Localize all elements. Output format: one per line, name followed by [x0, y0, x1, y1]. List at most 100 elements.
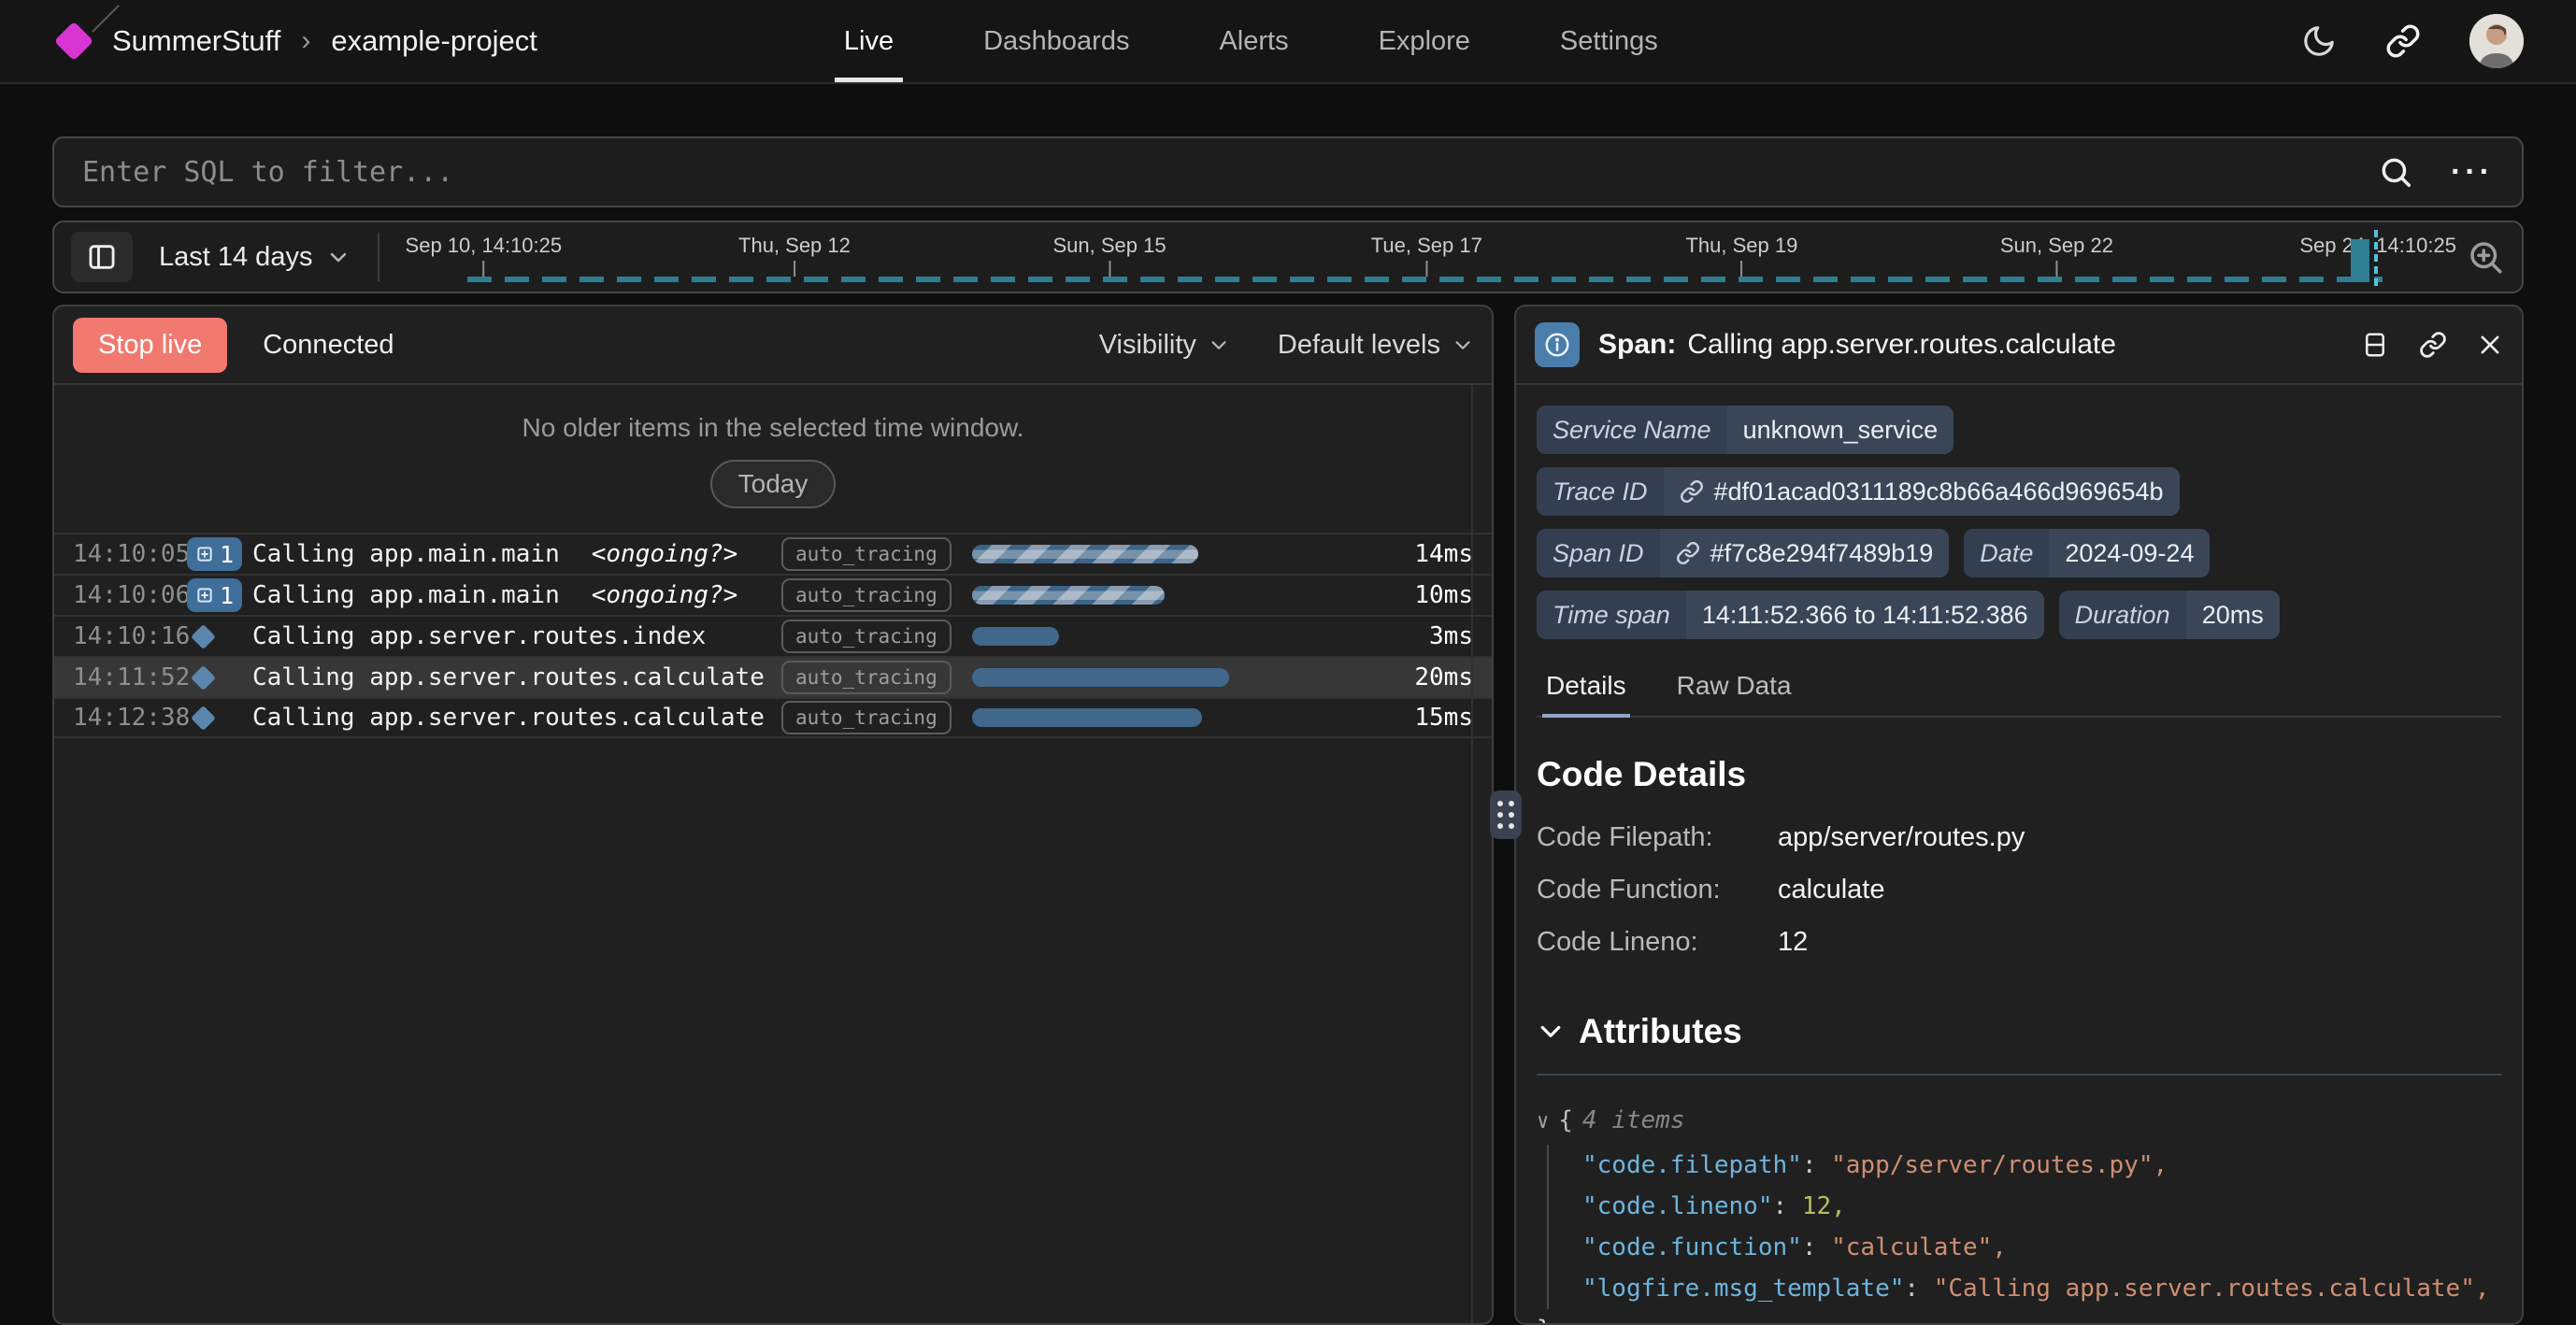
tag-badge[interactable]: auto_tracing [781, 661, 952, 694]
time-range-label: Last 14 days [159, 242, 312, 273]
duration-bar [972, 668, 1229, 687]
scrollbar-gutter[interactable] [1471, 385, 1473, 1323]
span-row[interactable]: 14:10:06 1 Calling app.main.main <ongoing… [54, 574, 1492, 615]
tag-badge[interactable]: auto_tracing [781, 620, 952, 653]
code-details-heading: Code Details [1537, 755, 2501, 794]
nested-count-badge[interactable]: 1 [187, 578, 242, 612]
project-name[interactable]: example-project [331, 24, 537, 58]
detail-tabs: Details Raw Data [1537, 660, 2501, 718]
sidebar-toggle-button[interactable] [71, 232, 133, 282]
json-collapse-toggle[interactable]: ∨ [1537, 1102, 1549, 1143]
tab-dashboards[interactable]: Dashboards [974, 0, 1138, 82]
visibility-dropdown[interactable]: Visibility [1099, 330, 1229, 361]
nested-count-badge[interactable]: 1 [187, 537, 242, 571]
nav-actions [2301, 14, 2524, 68]
timeline-tick-label: Sun, Sep 15 [1052, 234, 1166, 277]
span-duration: 14ms [1374, 540, 1473, 568]
connection-status: Connected [263, 330, 394, 361]
timeline-now-cursor[interactable] [2374, 230, 2378, 286]
duration-bar [972, 545, 1199, 563]
logo-diamond-icon[interactable] [54, 21, 93, 61]
tab-raw-data[interactable]: Raw Data [1673, 660, 1796, 716]
duration-bar [972, 586, 1165, 605]
timeline-activity-line [467, 277, 2383, 282]
share-link-button[interactable] [2385, 23, 2421, 59]
panel-resize-handle[interactable] [1490, 791, 1522, 839]
copy-link-button[interactable] [2419, 331, 2447, 359]
ongoing-flag: <ongoing?> [592, 540, 738, 568]
search-button[interactable] [2378, 154, 2413, 190]
span-row[interactable]: 14:10:05 1 Calling app.main.main<ongoing… [54, 533, 1492, 574]
span-diamond-icon [191, 624, 216, 649]
close-detail-button[interactable] [2477, 332, 2503, 358]
span-message: Calling app.main.main [252, 581, 560, 609]
detail-panel-body: Service Name unknown_service Trace ID #d… [1516, 385, 2522, 1323]
span-row-selected[interactable]: 14:11:52 Calling app.server.routes.calcu… [54, 656, 1492, 697]
service-name-badge: Service Name unknown_service [1537, 406, 1953, 454]
json-entry: "code.filepath": "app/server/routes.py", [1582, 1145, 2501, 1186]
link-icon [2385, 23, 2421, 59]
main-content: Enter SQL to filter... ··· Last 14 days [0, 136, 2576, 1325]
trace-id-badge[interactable]: Trace ID #df01acad0311189c8b66a466d96965… [1537, 467, 2180, 516]
duration-bar-track [972, 668, 1350, 687]
more-options-button[interactable]: ··· [2451, 163, 2494, 181]
moon-icon [2301, 23, 2337, 59]
tab-explore[interactable]: Explore [1369, 0, 1480, 82]
link-icon [1680, 479, 1704, 504]
timeline-zoom-button[interactable] [2466, 237, 2505, 277]
time-span-badge: Time span 14:11:52.366 to 14:11:52.386 [1537, 591, 2044, 639]
span-row[interactable]: 14:10:16 Calling app.server.routes.index… [54, 615, 1492, 656]
ongoing-flag: <ongoing?> [592, 581, 738, 609]
tag-badge[interactable]: auto_tracing [781, 578, 952, 612]
tag-badge[interactable]: auto_tracing [781, 701, 952, 734]
time-range-dropdown[interactable]: Last 14 days [159, 242, 350, 273]
split-panel-icon [2361, 331, 2389, 359]
chevron-down-icon [327, 246, 350, 268]
timeline-track[interactable]: Sep 10, 14:10:25 Thu, Sep 12 Sun, Sep 15… [379, 222, 2453, 292]
default-levels-dropdown[interactable]: Default levels [1278, 330, 1473, 361]
duration-bar [972, 627, 1059, 646]
tab-details[interactable]: Details [1542, 660, 1630, 718]
org-name[interactable]: SummerStuff [112, 24, 280, 58]
span-row[interactable]: 14:12:38 Calling app.server.routes.calcu… [54, 697, 1492, 738]
code-function-row: Code Function: calculate [1537, 875, 2501, 905]
timeline-bar: Last 14 days Sep 10, 14:10:25 Thu, Sep 1… [52, 221, 2524, 293]
duration-bar-track [972, 545, 1350, 563]
live-panel: Stop live Connected Visibility Default l… [52, 305, 1494, 1325]
span-meta-badges: Service Name unknown_service Trace ID #d… [1537, 406, 2501, 639]
timeline-tick-label: Thu, Sep 19 [1685, 234, 1797, 277]
empty-window-notice: No older items in the selected time wind… [54, 385, 1492, 533]
search-icon [2378, 154, 2413, 190]
json-close-brace: } [1537, 1309, 2501, 1323]
span-timestamp: 14:10:06 [73, 581, 187, 609]
span-timestamp: 14:12:38 [73, 704, 187, 732]
json-entry: "code.lineno": 12, [1582, 1186, 2501, 1227]
tab-live[interactable]: Live [835, 0, 903, 82]
date-badge: Date 2024-09-24 [1964, 529, 2210, 577]
split-view-button[interactable] [2361, 331, 2389, 359]
attributes-heading: Attributes [1579, 1012, 1742, 1051]
empty-window-message: No older items in the selected time wind… [54, 413, 1492, 443]
sql-filter-bar[interactable]: Enter SQL to filter... ··· [52, 136, 2524, 207]
duration-bar-track [972, 586, 1350, 605]
sql-filter-input[interactable]: Enter SQL to filter... [82, 156, 2378, 189]
span-id-badge[interactable]: Span ID #f7c8e294f7489b19 [1537, 529, 1949, 577]
today-button[interactable]: Today [710, 460, 837, 508]
tab-alerts[interactable]: Alerts [1209, 0, 1297, 82]
attributes-json-viewer: ∨{ 4 items "code.filepath": "app/server/… [1537, 1100, 2501, 1323]
tag-badge[interactable]: auto_tracing [781, 537, 952, 571]
zoom-in-icon [2466, 237, 2505, 277]
attributes-section-toggle[interactable]: Attributes [1537, 1012, 2501, 1051]
tab-settings[interactable]: Settings [1551, 0, 1667, 82]
user-avatar[interactable] [2469, 14, 2524, 68]
span-duration: 20ms [1374, 663, 1473, 691]
link-icon [1676, 541, 1700, 565]
top-nav: SummerStuff › example-project Live Dashb… [0, 0, 2576, 84]
timeline-tick-label: Tue, Sep 17 [1371, 234, 1482, 277]
timeline-tick-label: Sun, Sep 22 [2000, 234, 2113, 277]
stop-live-button[interactable]: Stop live [73, 318, 227, 373]
breadcrumb-separator: › [301, 25, 310, 57]
theme-toggle-button[interactable] [2301, 23, 2337, 59]
chevron-down-icon [1453, 335, 1473, 355]
timeline-tick-label: Thu, Sep 12 [738, 234, 851, 277]
